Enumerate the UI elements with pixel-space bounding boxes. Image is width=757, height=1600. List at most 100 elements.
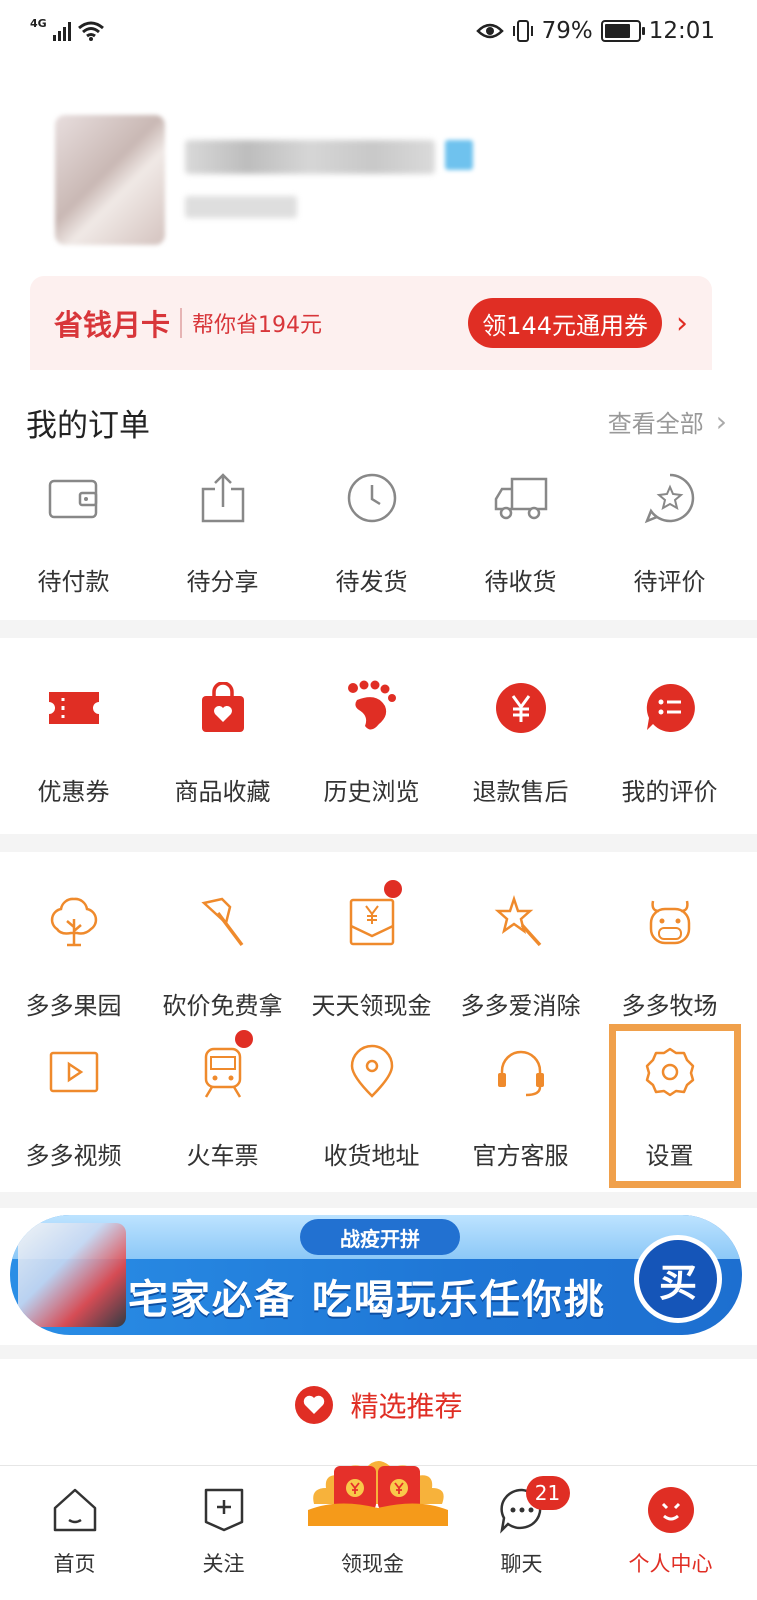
status-bar: 4G 79% 12:01 bbox=[0, 0, 757, 62]
new-dot-badge bbox=[383, 880, 402, 898]
order-label: 待发货 bbox=[335, 568, 408, 596]
card-divider bbox=[180, 308, 183, 338]
service-label: 多多爱消除 bbox=[460, 992, 581, 1020]
vibrate-icon bbox=[512, 20, 533, 42]
cow-icon bbox=[640, 892, 700, 952]
service-train-tickets[interactable]: 火车票 bbox=[148, 1030, 297, 1171]
claim-coupon-button[interactable]: 领144元通用券 bbox=[468, 298, 662, 348]
order-label: 待分享 bbox=[186, 568, 259, 596]
headset-icon bbox=[491, 1042, 551, 1102]
shortcut-label: 我的评价 bbox=[621, 778, 718, 806]
shortcut-refund[interactable]: 退款售后 bbox=[446, 678, 595, 807]
order-label: 待付款 bbox=[37, 568, 110, 596]
card-title: 省钱月卡 bbox=[54, 308, 171, 342]
train-icon bbox=[193, 1030, 253, 1102]
battery-icon bbox=[600, 20, 645, 42]
recommend-title: 精选推荐 bbox=[350, 1390, 463, 1423]
chevron-right-icon: › bbox=[715, 405, 727, 438]
battery-fill bbox=[604, 24, 630, 38]
shortcut-my-reviews[interactable]: 我的评价 bbox=[595, 678, 744, 807]
order-pending-share[interactable]: 待分享 bbox=[148, 468, 297, 597]
service-bargain[interactable]: 砍价免费拿 bbox=[148, 892, 297, 1021]
section-separator bbox=[0, 620, 757, 638]
service-customer-support[interactable]: 官方客服 bbox=[446, 1042, 595, 1171]
network-type: 4G bbox=[30, 16, 47, 30]
tab-follow[interactable]: 关注 bbox=[149, 1466, 298, 1600]
status-right: 79% 12:01 bbox=[475, 18, 715, 44]
tab-label: 首页 bbox=[53, 1552, 96, 1576]
follow-plus-icon bbox=[198, 1484, 250, 1536]
service-orchard[interactable]: 多多果园 bbox=[0, 892, 148, 1021]
tab-label: 个人中心 bbox=[628, 1552, 713, 1576]
orders-header: 我的订单 查看全部 › bbox=[0, 370, 757, 470]
location-pin-icon bbox=[342, 1042, 402, 1102]
share-icon bbox=[193, 468, 253, 528]
service-label: 火车票 bbox=[186, 1142, 259, 1170]
red-envelope-icon[interactable] bbox=[308, 1448, 448, 1526]
service-video[interactable]: 多多视频 bbox=[0, 1042, 148, 1171]
battery-percent: 79% bbox=[541, 18, 593, 44]
chevron-right-icon[interactable]: › bbox=[676, 306, 688, 341]
shortcut-history[interactable]: 历史浏览 bbox=[297, 678, 446, 807]
service-daily-cash[interactable]: 天天领现金 bbox=[297, 880, 446, 1021]
service-label: 砍价免费拿 bbox=[162, 992, 283, 1020]
heart-badge-icon bbox=[295, 1386, 334, 1424]
user-subtitle-blurred bbox=[185, 196, 297, 218]
username-blurred bbox=[185, 140, 435, 174]
section-separator bbox=[0, 834, 757, 852]
service-match-game[interactable]: 多多爱消除 bbox=[446, 892, 595, 1021]
avatar[interactable] bbox=[55, 115, 165, 245]
member-badge-icon bbox=[445, 140, 473, 170]
recommend-header: 精选推荐 bbox=[0, 1370, 757, 1440]
card-subtitle: 帮你省194元 bbox=[192, 313, 323, 338]
review-bubble-icon bbox=[640, 678, 700, 738]
order-label: 待评价 bbox=[633, 568, 706, 596]
orders-title: 我的订单 bbox=[26, 408, 150, 444]
coupon-icon bbox=[44, 678, 104, 738]
wallet-icon bbox=[44, 468, 104, 528]
clock-icon bbox=[342, 468, 402, 528]
eye-comfort-icon bbox=[475, 23, 504, 39]
shortcut-label: 优惠券 bbox=[37, 778, 110, 806]
order-pending-review[interactable]: 待评价 bbox=[595, 468, 744, 597]
service-ranch[interactable]: 多多牧场 bbox=[595, 892, 744, 1021]
footprint-icon bbox=[342, 678, 402, 738]
tab-home[interactable]: 首页 bbox=[0, 1466, 149, 1600]
unread-count-badge: 21 bbox=[525, 1476, 570, 1510]
banner-headline: 宅家必备 吃喝玩乐任你挑 bbox=[128, 1277, 606, 1323]
new-dot-badge bbox=[234, 1030, 253, 1048]
banner-buy-button[interactable]: 买 bbox=[634, 1235, 722, 1323]
order-pending-payment[interactable]: 待付款 bbox=[0, 468, 148, 597]
service-label: 多多果园 bbox=[25, 992, 122, 1020]
view-all-orders-link[interactable]: 查看全部 › bbox=[608, 404, 727, 439]
tab-label: 领现金 bbox=[341, 1552, 404, 1576]
view-all-label: 查看全部 bbox=[607, 410, 704, 438]
promo-banner[interactable]: 战疫开拼 宅家必备 吃喝玩乐任你挑 买 bbox=[10, 1215, 742, 1335]
tab-profile[interactable]: 个人中心 bbox=[596, 1466, 745, 1600]
my-orders-section: 我的订单 查看全部 › 待付款 待分享 待发货 待收货 待评价 bbox=[0, 370, 757, 620]
favorite-bag-icon bbox=[193, 678, 253, 738]
service-label: 天天领现金 bbox=[311, 992, 432, 1020]
order-pending-receipt[interactable]: 待收货 bbox=[446, 468, 595, 597]
signal-icon bbox=[52, 21, 71, 41]
service-address[interactable]: 收货地址 bbox=[297, 1042, 446, 1171]
refund-yen-icon bbox=[491, 678, 551, 738]
tree-icon bbox=[44, 892, 104, 952]
tab-chat[interactable]: 21 聊天 bbox=[447, 1466, 596, 1600]
savings-month-card[interactable]: 省钱月卡 帮你省194元 领144元通用券 › bbox=[30, 276, 712, 370]
magic-wand-icon bbox=[491, 892, 551, 952]
star-bubble-icon bbox=[640, 468, 700, 528]
profile-header[interactable] bbox=[0, 100, 757, 260]
shortcut-label: 商品收藏 bbox=[174, 778, 271, 806]
order-pending-shipment[interactable]: 待发货 bbox=[297, 468, 446, 597]
service-label: 多多视频 bbox=[25, 1142, 122, 1170]
shortcut-coupons[interactable]: 优惠券 bbox=[0, 678, 148, 807]
chat-icon: 21 bbox=[496, 1476, 570, 1536]
video-icon bbox=[44, 1042, 104, 1102]
order-status-row: 待付款 待分享 待发货 待收货 待评价 bbox=[0, 468, 757, 597]
tab-label: 聊天 bbox=[500, 1552, 543, 1576]
truck-icon bbox=[491, 468, 551, 528]
shortcuts-row: 优惠券 商品收藏 历史浏览 退款售后 我的评价 bbox=[0, 678, 757, 807]
clock: 12:01 bbox=[648, 18, 715, 44]
shortcut-favorites[interactable]: 商品收藏 bbox=[148, 678, 297, 807]
